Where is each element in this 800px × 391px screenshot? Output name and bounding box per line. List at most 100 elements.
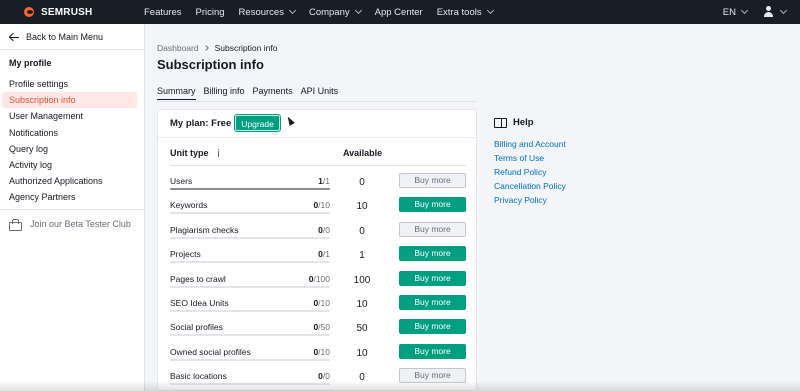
available-count: 100 xyxy=(353,274,371,286)
total-count: /1 xyxy=(322,249,330,260)
nav-item-label: Resources xyxy=(238,6,284,18)
help-link-terms-of-use[interactable]: Terms of Use xyxy=(494,151,566,165)
beta-label: Join our Beta Tester Club xyxy=(30,219,131,229)
plan-card: My plan: Free Upgrade Unit type Availabl… xyxy=(157,109,477,391)
usage-progress-fill xyxy=(170,188,330,190)
sidebar-divider xyxy=(0,209,145,210)
sidebar-item-subscription-info[interactable]: Subscription info xyxy=(2,92,137,109)
subscription-tabs: Summary Billing info Payments API Units xyxy=(157,86,346,100)
bottom-shadow xyxy=(0,381,800,391)
buy-more-button[interactable]: Buy more xyxy=(399,294,466,310)
user-menu[interactable] xyxy=(763,6,788,18)
chevron-down-icon xyxy=(288,6,297,15)
semrush-logo-icon xyxy=(24,7,38,17)
back-to-main-menu-link[interactable]: Back to Main Menu xyxy=(9,32,103,42)
buy-more-button[interactable]: Buy more xyxy=(399,173,466,188)
help-title: Help xyxy=(513,117,534,128)
sidebar-item-authorized-applications[interactable]: Authorized Applications xyxy=(2,173,137,189)
usage-ratio: 0/50 xyxy=(258,322,330,332)
user-icon xyxy=(763,6,775,18)
sidebar-item-user-management[interactable]: User Management xyxy=(2,108,137,124)
back-label: Back to Main Menu xyxy=(26,32,104,42)
nav-item-app-center[interactable]: App Center xyxy=(375,7,423,18)
help-link-billing-and-account[interactable]: Billing and Account xyxy=(494,137,566,151)
nav-item-pricing[interactable]: Pricing xyxy=(196,7,225,18)
sidebar-item-notifications[interactable]: Notifications xyxy=(2,125,137,141)
usage-progress-bar xyxy=(170,261,330,264)
buy-more-button[interactable]: Buy more xyxy=(399,270,466,286)
card-divider xyxy=(158,137,476,138)
usage-ratio: 1/1 xyxy=(258,176,330,186)
usage-ratio: 0/10 xyxy=(258,200,330,210)
nav-item-label: Extra tools xyxy=(436,6,482,18)
chevron-down-icon xyxy=(486,6,494,15)
sidebar-divider xyxy=(0,49,145,50)
buy-more-button[interactable]: Buy more xyxy=(399,221,466,237)
help-link-refund-policy[interactable]: Refund Policy xyxy=(494,165,566,179)
chevron-down-icon xyxy=(740,6,749,15)
language-selector[interactable]: EN xyxy=(722,6,749,18)
help-panel: Help Billing and Account Terms of Use Refu… xyxy=(494,117,566,207)
table-row: Social profiles 0/50 50 Buy more xyxy=(158,316,476,340)
nav-item-features[interactable]: Features xyxy=(144,7,182,18)
sidebar-item-query-log[interactable]: Query log xyxy=(2,141,137,157)
top-navbar: SEMRUSH Features Pricing Resources Company A… xyxy=(0,0,800,24)
usage-ratio: 0/1 xyxy=(258,249,330,259)
available-count: 0 xyxy=(359,177,365,188)
info-icon[interactable] xyxy=(216,149,221,157)
usage-progress-bar xyxy=(170,334,330,337)
nav-item-resources[interactable]: Resources xyxy=(238,6,297,18)
nav-item-company[interactable]: Company xyxy=(309,7,362,18)
available-header: Available xyxy=(343,148,383,158)
total-count: /10 xyxy=(318,200,330,211)
help-link-cancellation-policy[interactable]: Cancellation Policy xyxy=(494,179,566,193)
usage-progress-bar xyxy=(170,285,330,288)
table-row: Projects 0/1 1 Buy more xyxy=(158,243,476,267)
buy-more-button[interactable]: Buy more xyxy=(399,319,466,335)
buy-more-button[interactable]: Buy more xyxy=(399,343,466,359)
unit-name: Owned social profiles xyxy=(170,346,251,357)
available-count: 10 xyxy=(356,298,368,310)
sidebar-item-profile-settings[interactable]: Profile settings xyxy=(2,76,137,92)
buy-more-button[interactable]: Buy more xyxy=(399,246,466,262)
sidebar-section-title: My profile xyxy=(9,58,52,68)
tabs-divider xyxy=(157,101,477,102)
breadcrumb-dashboard-link[interactable]: Dashboard xyxy=(157,43,199,53)
breadcrumb: Dashboard Subscription info xyxy=(157,43,277,53)
unit-name: Social profiles xyxy=(170,322,223,333)
arrow-left-icon xyxy=(9,33,19,41)
tab-summary[interactable]: Summary xyxy=(157,86,196,100)
usage-progress-bar xyxy=(170,188,330,190)
chevron-down-icon xyxy=(779,6,788,15)
language-label: EN xyxy=(722,6,736,18)
tab-billing-info[interactable]: Billing info xyxy=(204,86,245,100)
total-count: /10 xyxy=(318,346,330,357)
units-table: Users 1/1 0 Buy more Keywords 0/10 10 Buy more P… xyxy=(158,170,476,390)
plan-label: My plan: Free xyxy=(170,117,232,129)
help-links: Billing and Account Terms of Use Refund Po… xyxy=(494,137,566,207)
unit-name: Basic locations xyxy=(170,371,227,382)
upgrade-button[interactable]: Upgrade xyxy=(235,115,280,131)
total-count: /0 xyxy=(322,224,330,235)
chevron-right-icon xyxy=(202,45,209,51)
beta-tester-club-link[interactable]: Join our Beta Tester Club xyxy=(9,219,131,231)
book-icon xyxy=(494,117,507,128)
table-row: Owned social profiles 0/10 10 Buy more xyxy=(158,341,476,365)
total-count: /100 xyxy=(313,273,330,284)
sidebar-item-agency-partners[interactable]: Agency Partners xyxy=(2,189,137,205)
tab-payments[interactable]: Payments xyxy=(253,86,293,100)
usage-ratio: 0/100 xyxy=(258,274,330,284)
unit-name: Keywords xyxy=(170,200,208,211)
table-row: SEO Idea Units 0/10 10 Buy more xyxy=(158,292,476,316)
tab-api-units[interactable]: API Units xyxy=(301,86,339,100)
sidebar-item-activity-log[interactable]: Activity log xyxy=(2,157,137,173)
usage-progress-bar xyxy=(170,358,330,361)
help-link-privacy-policy[interactable]: Privacy Policy xyxy=(494,193,566,207)
sidebar-menu: Profile settings Subscription info User Ma… xyxy=(2,76,137,206)
nav-item-extra-tools[interactable]: Extra tools xyxy=(436,6,494,18)
total-count: /10 xyxy=(318,297,330,308)
buy-more-button[interactable]: Buy more xyxy=(399,197,466,213)
gift-icon xyxy=(9,219,22,231)
sidebar: Back to Main Menu My profile Profile set… xyxy=(0,24,145,391)
semrush-logo[interactable]: SEMRUSH xyxy=(24,7,134,18)
